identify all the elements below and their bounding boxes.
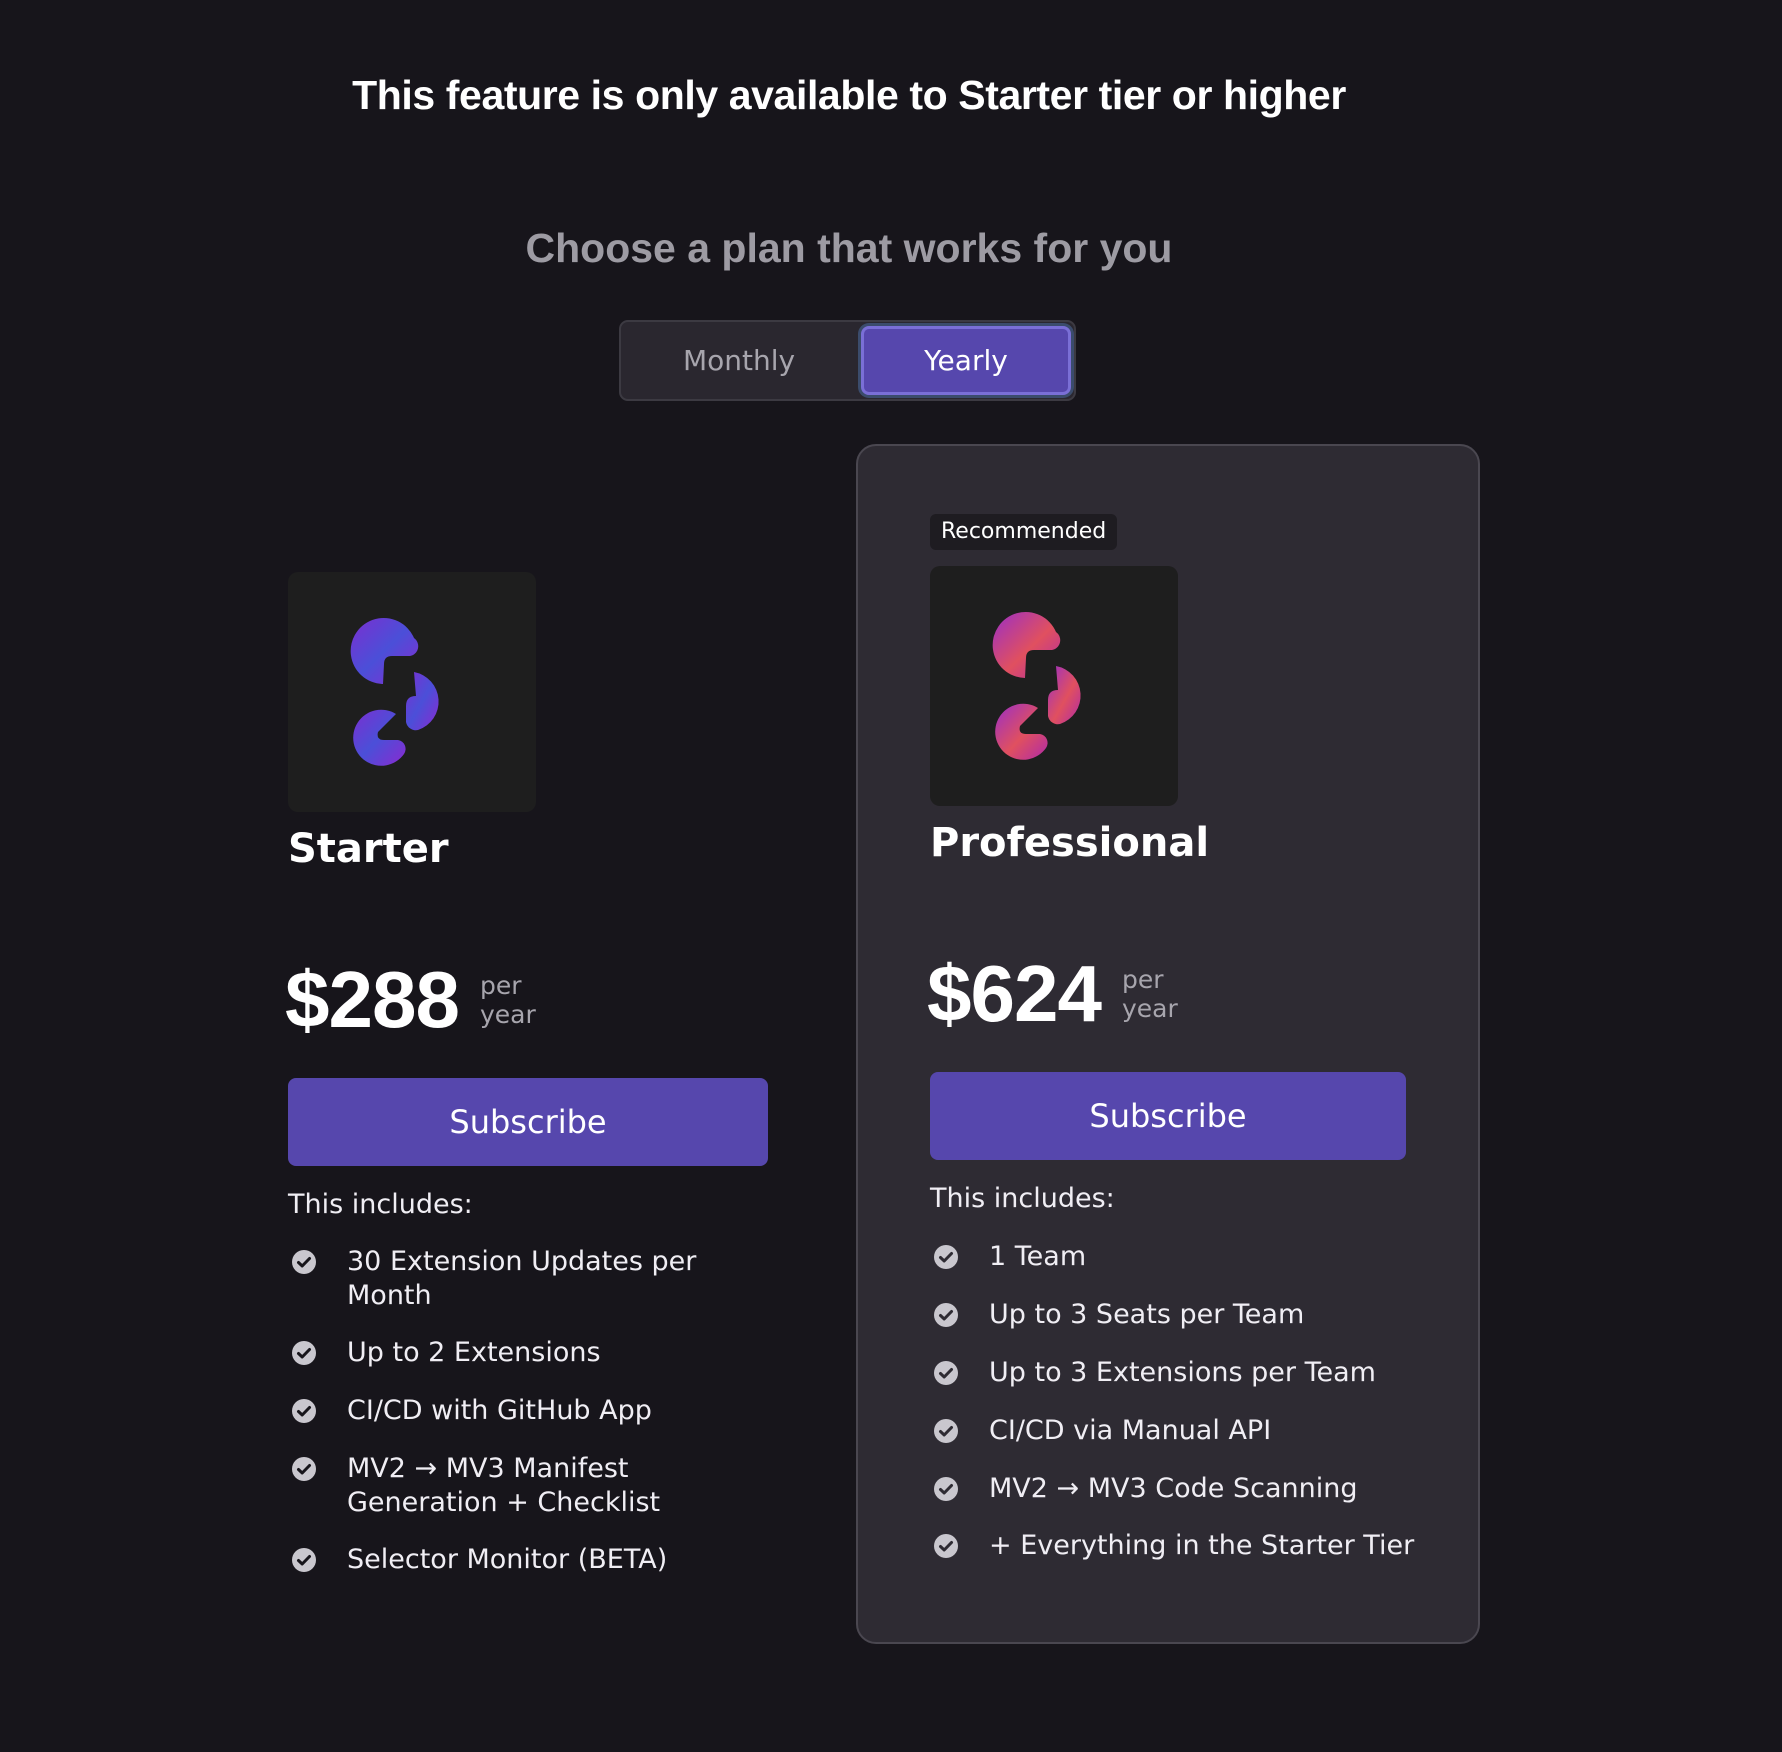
page-title: This feature is only available to Starte… — [352, 72, 1346, 118]
starter-feature-text: Selector Monitor (BETA) — [347, 1544, 668, 1575]
check-circle-icon — [934, 1477, 958, 1501]
professional-feature-item: 1 Team — [933, 1240, 1433, 1274]
starter-includes-label: This includes: — [288, 1189, 473, 1220]
professional-plan-name: Professional — [930, 820, 1210, 866]
starter-plan-logo — [288, 572, 536, 812]
professional-price-unit-per: per — [1122, 965, 1164, 994]
professional-price-unit-year: year — [1122, 994, 1178, 1023]
starter-feature-item: MV2 → MV3 Manifest Generation + Checklis… — [291, 1452, 751, 1520]
check-circle-icon — [292, 1341, 316, 1365]
starter-feature-item: Up to 2 Extensions — [291, 1336, 751, 1370]
page-subtitle: Choose a plan that works for you — [525, 225, 1173, 271]
professional-feature-text: + Everything in the Starter Tier — [989, 1530, 1415, 1561]
professional-feature-text: 1 Team — [989, 1241, 1087, 1272]
professional-feature-text: CI/CD via Manual API — [989, 1415, 1272, 1446]
toggle-monthly-button[interactable]: Monthly — [621, 322, 857, 399]
check-circle-icon — [292, 1399, 316, 1423]
starter-feature-item: 30 Extension Updates per Month — [291, 1245, 751, 1313]
recommended-badge: Recommended — [930, 514, 1118, 550]
professional-feature-item: CI/CD via Manual API — [933, 1414, 1433, 1448]
professional-includes-label: This includes: — [930, 1183, 1115, 1214]
check-circle-icon — [934, 1303, 958, 1327]
billing-period-toggle: Monthly Yearly — [619, 320, 1076, 401]
professional-price: $624 — [927, 949, 1102, 1038]
logo-blue-purple-icon — [350, 618, 439, 766]
starter-price-unit: per year — [480, 971, 536, 1029]
starter-plan-name: Starter — [288, 826, 449, 872]
starter-price-unit-per: per — [480, 971, 522, 1000]
logo-pink-purple-icon — [992, 612, 1081, 760]
check-circle-icon — [292, 1250, 316, 1274]
starter-subscribe-button[interactable]: Subscribe — [288, 1078, 768, 1166]
starter-feature-text: Up to 2 Extensions — [347, 1337, 601, 1368]
professional-feature-item: Up to 3 Extensions per Team — [933, 1356, 1433, 1390]
check-circle-icon — [934, 1534, 958, 1558]
check-circle-icon — [934, 1245, 958, 1269]
professional-feature-item: Up to 3 Seats per Team — [933, 1298, 1433, 1332]
professional-feature-text: Up to 3 Extensions per Team — [989, 1357, 1376, 1388]
starter-feature-item: Selector Monitor (BETA) — [291, 1543, 751, 1577]
toggle-yearly-button[interactable]: Yearly — [861, 326, 1071, 395]
check-circle-icon — [934, 1361, 958, 1385]
check-circle-icon — [934, 1419, 958, 1443]
starter-price: $288 — [285, 955, 460, 1044]
starter-feature-text: CI/CD with GitHub App — [347, 1395, 652, 1426]
professional-plan-logo — [930, 566, 1178, 806]
check-circle-icon — [292, 1457, 316, 1481]
professional-feature-item: MV2 → MV3 Code Scanning — [933, 1472, 1433, 1506]
check-circle-icon — [292, 1548, 316, 1572]
professional-subscribe-button[interactable]: Subscribe — [930, 1072, 1406, 1160]
starter-feature-text: MV2 → MV3 Manifest Generation + Checklis… — [347, 1453, 661, 1518]
professional-feature-text: Up to 3 Seats per Team — [989, 1299, 1305, 1330]
professional-price-unit: per year — [1122, 965, 1178, 1023]
starter-price-unit-year: year — [480, 1000, 536, 1029]
professional-feature-text: MV2 → MV3 Code Scanning — [989, 1473, 1358, 1504]
starter-feature-item: CI/CD with GitHub App — [291, 1394, 751, 1428]
professional-feature-item: + Everything in the Starter Tier — [933, 1529, 1433, 1563]
starter-feature-text: 30 Extension Updates per Month — [347, 1246, 697, 1311]
